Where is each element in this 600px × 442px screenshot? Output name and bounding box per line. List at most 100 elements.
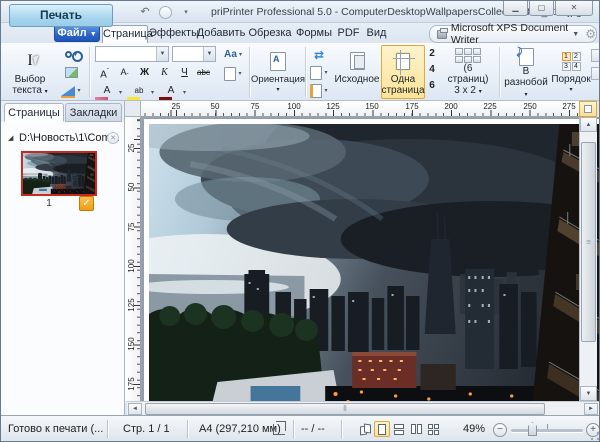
orientation-button[interactable]: А Ориентация ▾: [253, 45, 303, 99]
tab-page[interactable]: Страница: [102, 25, 148, 43]
view-mode-grid-button[interactable]: [425, 421, 441, 437]
ribbon-overflow-button[interactable]: [591, 67, 600, 80]
underline-button[interactable]: Ч: [175, 65, 194, 81]
find-button[interactable]: ▾: [59, 46, 83, 63]
original-layout-button[interactable]: Исходное: [335, 45, 379, 99]
file-menu-button[interactable]: Файл ▼: [54, 25, 100, 42]
minimize-button[interactable]: ▁: [503, 1, 528, 16]
tab-pdf[interactable]: PDF: [335, 25, 362, 43]
gradient-tool-button[interactable]: ▾: [59, 82, 83, 99]
sidebar: Страницы Закладки ◢ D:\Новость\1\Com... …: [1, 101, 125, 415]
crop-page-icon: [396, 53, 410, 70]
ruler-corner: [125, 101, 141, 117]
preset-2-pages[interactable]: 2: [425, 46, 439, 62]
preset-4-pages[interactable]: 4: [425, 62, 439, 78]
preset-6-pages[interactable]: 6: [425, 78, 439, 94]
zoom-out-button[interactable]: −: [493, 423, 507, 437]
scroll-down-button[interactable]: ▼: [580, 386, 597, 401]
strikethrough-button[interactable]: abc: [194, 65, 213, 81]
tree-expand-icon[interactable]: ◢: [8, 134, 13, 142]
ruler-options-button[interactable]: [579, 101, 597, 117]
font-color-button[interactable]: А: [159, 83, 183, 99]
tab-effects[interactable]: Эффекты: [149, 25, 195, 43]
font-size-combo[interactable]: ▼: [172, 46, 216, 62]
preview-area[interactable]: [141, 117, 600, 401]
zoom-slider-thumb[interactable]: [528, 422, 537, 436]
page-margin-button[interactable]: ▾: [307, 82, 331, 99]
text-cursor-icon: I: [27, 52, 32, 70]
ribbon-overflow-button[interactable]: [591, 49, 600, 62]
clear-format-button[interactable]: А: [95, 83, 119, 99]
rotate-pages-button[interactable]: ⇄: [307, 46, 331, 63]
printer-selector[interactable]: Microsoft XPS Document Writer ▼ ⚙: [429, 25, 597, 43]
view-mode-facing-button[interactable]: [408, 421, 424, 437]
page-preview[interactable]: [144, 119, 600, 401]
print-button[interactable]: Печать: [9, 4, 113, 27]
page-checkbox[interactable]: ✓: [79, 196, 94, 211]
order-grid-icon: 12 34: [562, 52, 581, 71]
qat-menu-icon[interactable]: ▾: [178, 5, 194, 20]
scroll-left-button[interactable]: ◄: [128, 403, 142, 415]
gear-icon[interactable]: ⚙: [585, 27, 596, 41]
tab-view[interactable]: Вид: [363, 25, 390, 43]
zoom-slider-track[interactable]: [511, 429, 583, 432]
ruler-label: 175: [402, 102, 422, 111]
view-mode-continuous-button[interactable]: [391, 421, 407, 437]
page-thumbnail[interactable]: [21, 151, 97, 196]
close-document-icon[interactable]: ✕: [107, 132, 119, 144]
crop-icon: [273, 424, 285, 435]
view-mode-single-button[interactable]: [374, 421, 390, 437]
image-icon: [65, 67, 78, 78]
ruler-label: 275: [559, 102, 579, 111]
scroll-right-button[interactable]: ►: [584, 403, 598, 415]
italic-button[interactable]: К: [155, 65, 174, 81]
page-indicator[interactable]: Стр. 1 / 1: [123, 416, 170, 442]
pages-3d-icon: [360, 424, 371, 435]
ruler-options-icon: [584, 105, 592, 113]
select-text-button[interactable]: I Выбор текста ▾: [5, 45, 55, 99]
redo-icon[interactable]: [159, 6, 172, 19]
page-size-button[interactable]: ▾: [307, 64, 331, 81]
grow-font-button[interactable]: Аˆ: [95, 65, 114, 81]
order-button[interactable]: 12 34 Порядок ▾: [551, 45, 591, 99]
document-tree-item[interactable]: ◢ D:\Новость\1\Com... ✕: [5, 132, 121, 146]
ruler-label: 150: [127, 334, 137, 354]
bold-button[interactable]: Ж: [135, 65, 154, 81]
undo-icon[interactable]: ↶: [137, 5, 153, 20]
page-background-button[interactable]: ▾: [221, 65, 245, 82]
tab-crop[interactable]: Обрезка: [247, 25, 293, 43]
scroll-up-button[interactable]: ▲: [580, 117, 597, 132]
view-mode-3d-button[interactable]: [357, 421, 373, 437]
sidebar-tab-pages[interactable]: Страницы: [4, 103, 64, 122]
ruler-label: 100: [127, 256, 137, 276]
page-count-presets: 2 4 6: [425, 46, 439, 94]
shrink-font-button[interactable]: Аˇ: [115, 65, 134, 81]
highlight-button[interactable]: ab: [127, 83, 151, 99]
grid-pages-icon: [428, 424, 439, 435]
chevron-down-icon[interactable]: ▼: [203, 47, 215, 61]
text-style-button[interactable]: Аа▾: [221, 46, 245, 63]
tab-add[interactable]: Добавить: [196, 25, 246, 43]
ruler-label: 25: [166, 102, 186, 111]
paper-size[interactable]: A4 (297,210 мм): [199, 416, 281, 442]
one-page-button[interactable]: Одна страница: [381, 45, 425, 99]
horizontal-scroll-thumb[interactable]: ⦀: [145, 403, 545, 415]
resize-grip[interactable]: [590, 431, 600, 441]
sidebar-tab-bookmarks[interactable]: Закладки: [65, 103, 122, 122]
tab-shapes[interactable]: Формы: [294, 25, 334, 43]
horizontal-scrollbar[interactable]: ◄ ⦀ ►: [127, 401, 599, 415]
chevron-down-icon[interactable]: ▼: [156, 47, 168, 61]
binoculars-icon: [65, 51, 72, 58]
maximize-button[interactable]: ▢: [529, 1, 554, 16]
printer-icon: [437, 30, 447, 39]
select-image-button[interactable]: [59, 64, 83, 81]
shuffle-button[interactable]: ⤸ В разнобой ▾: [503, 45, 549, 99]
six-pages-button[interactable]: (6 страниц) 3 x 2 ▾: [441, 45, 495, 99]
font-name-combo[interactable]: ▼: [95, 46, 169, 62]
app-window: ↶ ▾ priPrinter Professional 5.0 - Comput…: [0, 0, 600, 442]
close-button[interactable]: ✕: [555, 1, 593, 16]
vertical-scroll-thumb[interactable]: ≡: [581, 142, 596, 342]
chevron-down-icon: ▼: [572, 31, 579, 38]
continuous-pages-icon: [394, 424, 404, 435]
vertical-scrollbar[interactable]: ▲ ≡ ▼: [579, 117, 597, 401]
